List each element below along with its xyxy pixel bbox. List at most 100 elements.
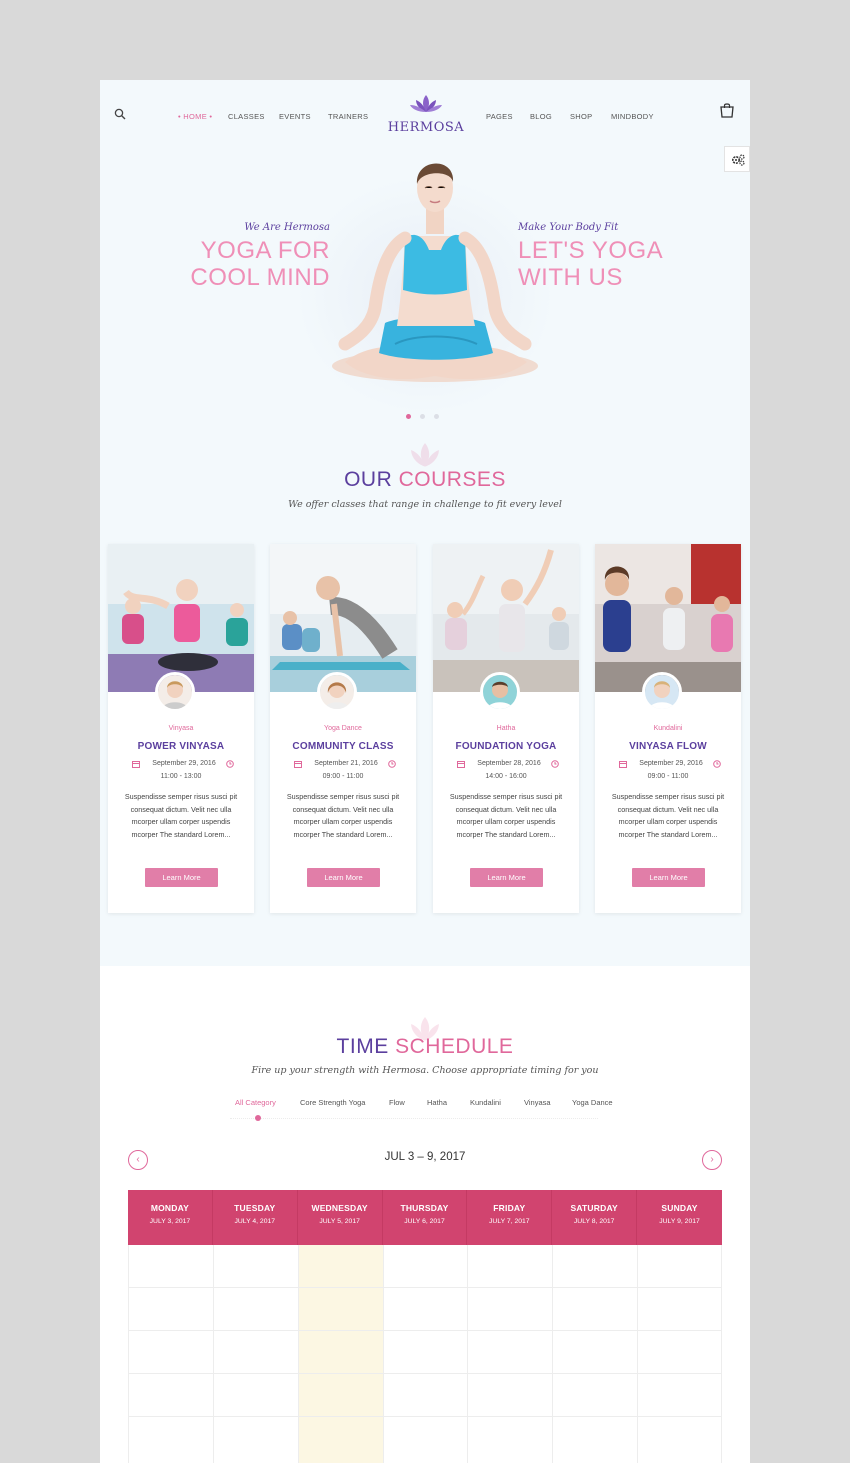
page: • HOME • CLASSES EVENTS TRAINERS HERMOSA…: [100, 80, 750, 1463]
learn-more-button[interactable]: Learn More: [307, 868, 380, 887]
day-name: MONDAY: [150, 1203, 190, 1213]
course-category[interactable]: Kundalini: [595, 725, 741, 732]
course-title[interactable]: POWER VINYASA: [108, 741, 254, 752]
hero-right-headline-1: LET'S YOGA: [518, 237, 664, 264]
course-title[interactable]: FOUNDATION YOGA: [433, 741, 579, 752]
hero-left-headline-1: YOGA FOR: [200, 237, 330, 264]
filter-core-strength-yoga[interactable]: Core Strength Yoga: [300, 1098, 365, 1107]
slider-dots: [406, 406, 448, 424]
grid-line: [128, 1287, 722, 1288]
site-logo[interactable]: HERMOSA: [386, 94, 466, 135]
course-description: Suspendisse semper risus susci pit conse…: [449, 792, 563, 839]
next-week-button[interactable]: ›: [702, 1150, 722, 1170]
course-image: [108, 544, 254, 692]
schedule-heading-b: SCHEDULE: [395, 1035, 514, 1058]
grid-line: [128, 1373, 722, 1374]
settings-toggle[interactable]: [724, 146, 750, 172]
clock-icon: [226, 760, 234, 768]
course-category[interactable]: Yoga Dance: [270, 725, 416, 732]
filter-hatha[interactable]: Hatha: [427, 1098, 447, 1107]
day-name: THURSDAY: [400, 1203, 449, 1213]
filter-yoga-dance[interactable]: Yoga Dance: [572, 1098, 613, 1107]
filter-flow[interactable]: Flow: [389, 1098, 405, 1107]
course-description: Suspendisse semper risus susci pit conse…: [611, 792, 725, 839]
hero-left-headline-2: COOL MIND: [190, 264, 330, 291]
filter-track: [230, 1118, 598, 1119]
courses-heading-a: OUR: [344, 468, 393, 491]
lotus-logo-icon: [410, 95, 442, 112]
day-date: JULY 3, 2017: [149, 1218, 191, 1225]
courses-heading-b: COURSES: [398, 468, 506, 491]
instructor-avatar: [155, 672, 195, 712]
day-date: JULY 8, 2017: [573, 1218, 615, 1225]
course-category[interactable]: Hatha: [433, 725, 579, 732]
grid-line: [128, 1245, 129, 1463]
nav-mindbody[interactable]: MINDBODY: [611, 112, 654, 121]
gear-icon: [732, 154, 745, 166]
day-header: WEDNESDAY JULY 5, 2017: [298, 1190, 383, 1245]
grid-line: [637, 1245, 638, 1463]
nav-classes[interactable]: CLASSES: [228, 112, 265, 121]
hero-left-text: We Are Hermosa YOGA FOR COOL MIND: [170, 222, 330, 291]
day-name: FRIDAY: [493, 1203, 526, 1213]
course-date: September 21, 2016: [314, 760, 378, 767]
course-card: Vinyasa POWER VINYASA September 29, 2016…: [108, 544, 254, 913]
course-date: September 28, 2016: [477, 760, 541, 767]
day-date: JULY 9, 2017: [659, 1218, 700, 1225]
day-header: THURSDAY JULY 6, 2017: [383, 1190, 468, 1245]
learn-more-button[interactable]: Learn More: [145, 868, 218, 887]
nav-blog[interactable]: BLOG: [530, 112, 552, 121]
filter-all-category[interactable]: All Category: [235, 1098, 276, 1107]
calendar-grid: [128, 1245, 722, 1463]
grid-line: [128, 1416, 722, 1417]
clock-icon: [713, 760, 721, 768]
schedule-heading-a: TIME: [336, 1035, 389, 1058]
course-category[interactable]: Vinyasa: [108, 725, 254, 732]
nav-home[interactable]: • HOME •: [178, 112, 212, 121]
course-time: 11:00 - 13:00: [160, 773, 202, 780]
day-name: SUNDAY: [661, 1203, 698, 1213]
instructor-avatar: [642, 672, 682, 712]
nav-shop[interactable]: SHOP: [570, 112, 592, 121]
learn-more-button[interactable]: Learn More: [470, 868, 543, 887]
hero-right-text: Make Your Body Fit LET'S YOGA WITH US: [518, 222, 688, 291]
grid-line: [213, 1245, 214, 1463]
hero-right-headline-2: WITH US: [518, 264, 623, 291]
slider-dot-1[interactable]: [406, 414, 411, 419]
course-image: [433, 544, 579, 692]
course-card: Kundalini VINYASA FLOW September 29, 201…: [595, 544, 741, 913]
day-date: JULY 5, 2017: [319, 1218, 360, 1225]
day-name: WEDNESDAY: [311, 1203, 368, 1213]
grid-line: [552, 1245, 553, 1463]
grid-line: [298, 1245, 299, 1463]
slider-dot-2[interactable]: [420, 414, 425, 419]
day-name: TUESDAY: [234, 1203, 276, 1213]
slider-dot-3[interactable]: [434, 414, 439, 419]
nav-trainers[interactable]: TRAINERS: [328, 112, 368, 121]
day-date: JULY 7, 2017: [489, 1218, 530, 1225]
day-header: FRIDAY JULY 7, 2017: [467, 1190, 553, 1245]
course-image: [270, 544, 416, 692]
nav-events[interactable]: EVENTS: [279, 112, 311, 121]
course-card: Yoga Dance COMMUNITY CLASS September 21,…: [270, 544, 416, 913]
filter-kundalini[interactable]: Kundalini: [470, 1098, 501, 1107]
filter-vinyasa[interactable]: Vinyasa: [524, 1098, 551, 1107]
week-range: JUL 3 – 9, 2017: [384, 1151, 466, 1163]
course-title[interactable]: COMMUNITY CLASS: [270, 741, 416, 752]
today-column-highlight: [298, 1245, 383, 1463]
course-image: [595, 544, 741, 692]
hero-left-tagline: We Are Hermosa: [244, 222, 330, 233]
cart-icon[interactable]: [719, 102, 735, 118]
course-date: September 29, 2016: [152, 760, 216, 767]
course-title[interactable]: VINYASA FLOW: [595, 741, 741, 752]
clock-icon: [388, 760, 396, 768]
courses-heading: OUR COURSES: [100, 468, 750, 492]
nav-pages[interactable]: PAGES: [486, 112, 513, 121]
courses-subtitle: We offer classes that range in challenge…: [288, 499, 562, 510]
course-time: 14:00 - 16:00: [485, 773, 527, 780]
search-icon[interactable]: [114, 108, 126, 120]
learn-more-button[interactable]: Learn More: [632, 868, 705, 887]
day-header: MONDAY JULY 3, 2017: [128, 1190, 213, 1245]
day-name: SATURDAY: [570, 1203, 618, 1213]
course-time: 09:00 - 11:00: [322, 773, 364, 780]
